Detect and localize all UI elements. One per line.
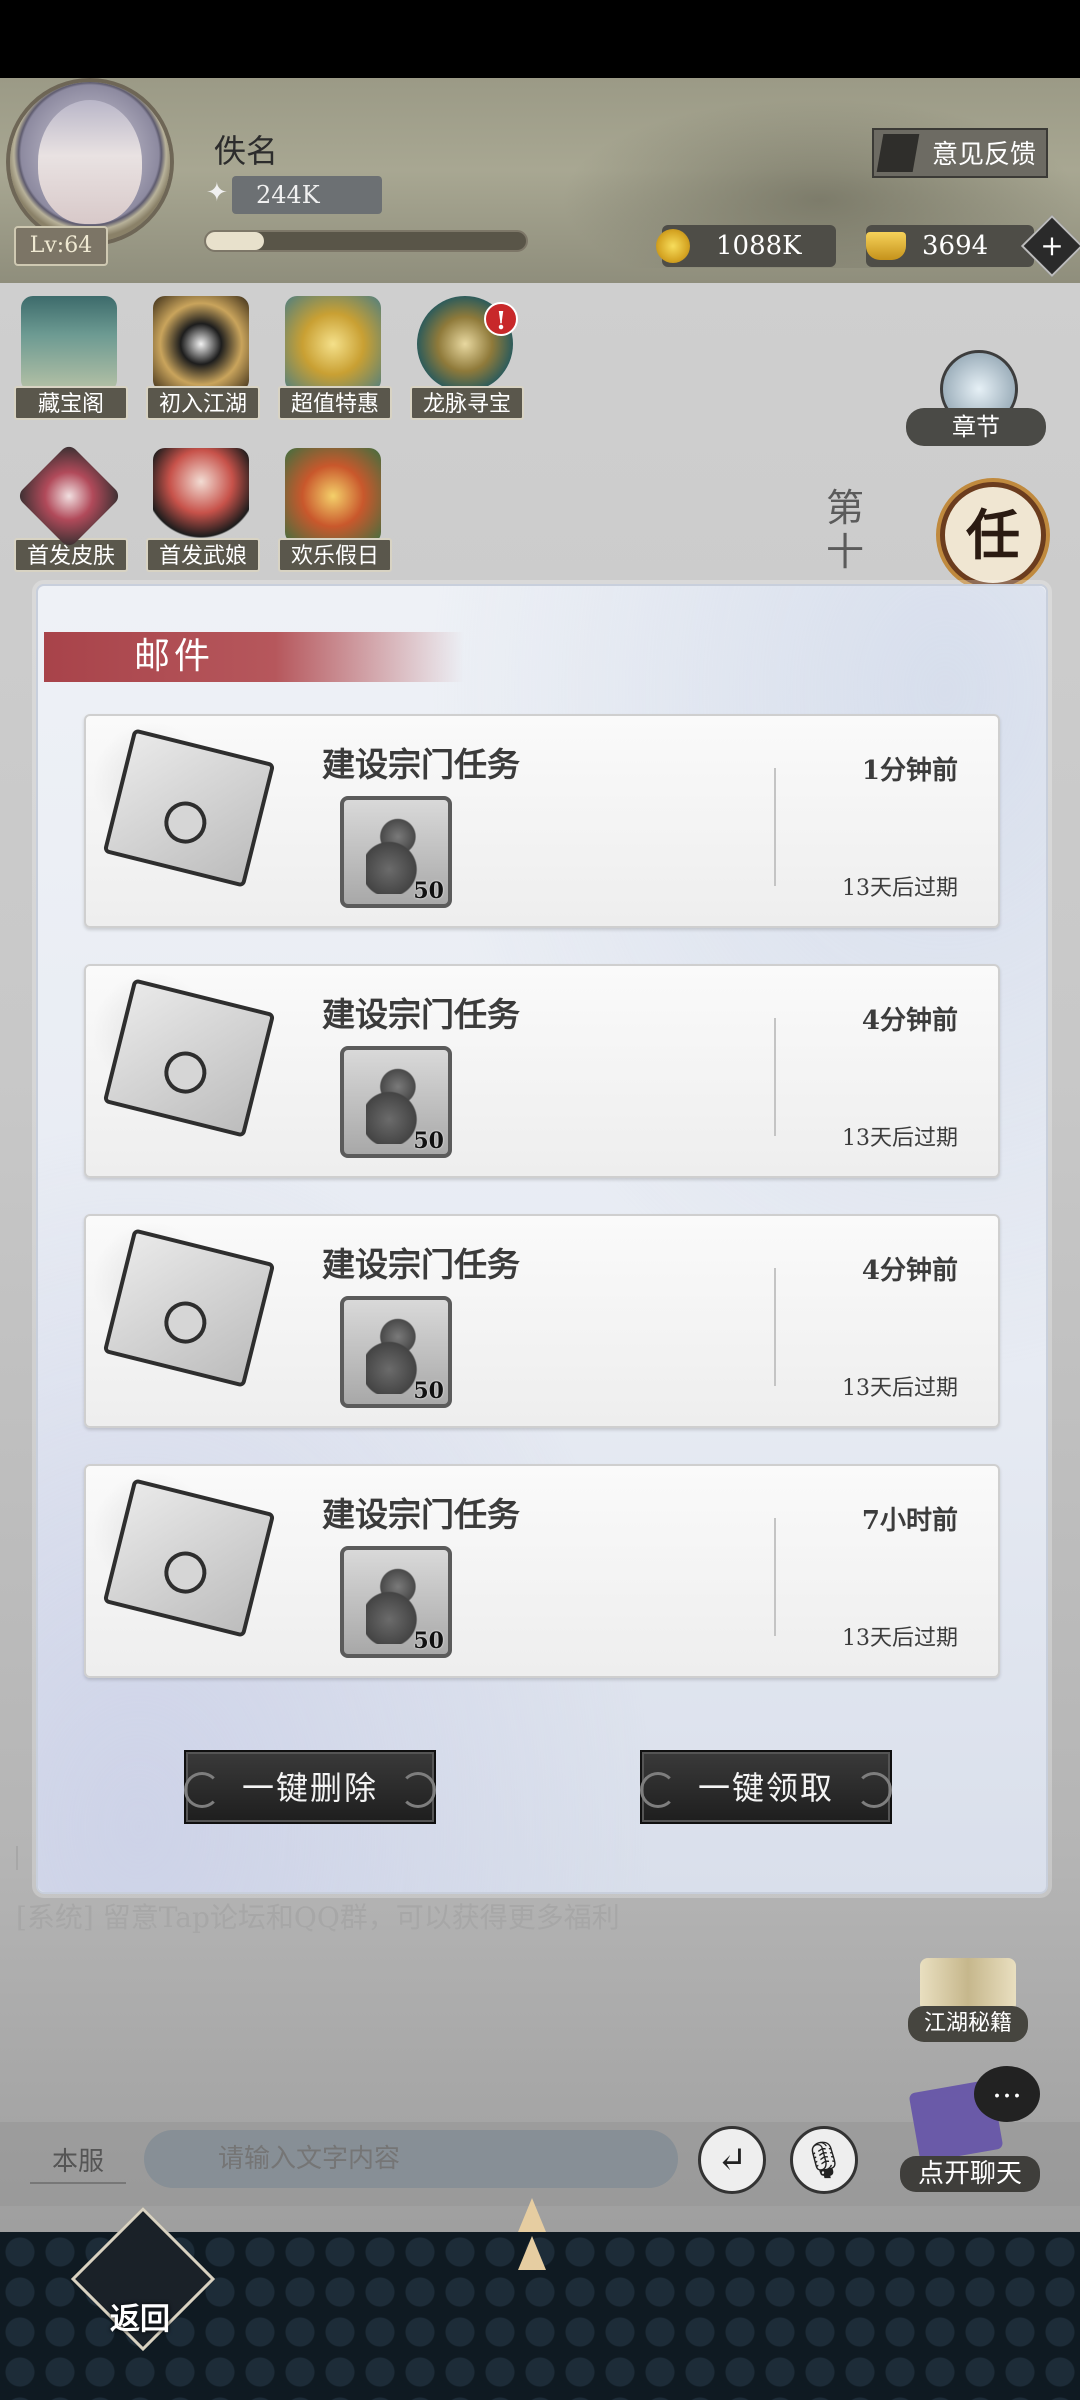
voice-button[interactable]: 🎙 [790,2126,858,2194]
jianghu-secrets-button[interactable]: 江湖秘籍 [908,1958,1028,2042]
reward-slot[interactable]: 50 [340,1296,452,1408]
open-chat-button[interactable]: … 点开聊天 [900,2066,1040,2196]
cloud-ornament-icon [184,1772,220,1808]
heroine-portrait-icon [153,448,249,544]
chat-line-marker [16,1846,28,1870]
avatar-portrait [38,100,142,224]
mail-time: 1分钟前 [861,756,958,786]
ingot-icon [866,232,906,260]
feedback-label: 意见反馈 [931,140,1036,170]
claim-all-label: 一键领取 [697,1769,834,1807]
send-enter-button[interactable]: ↵ [698,2126,766,2194]
mail-time: 7小时前 [861,1506,958,1536]
shortcut-first-skin[interactable]: 首发皮肤 [14,443,128,572]
plus-icon: + [1040,229,1064,262]
delete-all-button[interactable]: 一键删除 [184,1750,436,1824]
mail-time: 4分钟前 [861,1006,958,1036]
cloud-ornament-icon [856,1772,892,1808]
mail-time: 4分钟前 [861,1256,958,1286]
envelope-icon [102,1478,276,1638]
divider [774,768,776,886]
system-message: [系统] 留意Tap论坛和QQ群，可以获得更多福利 [16,1901,620,1934]
claim-all-button[interactable]: 一键领取 [640,1750,892,1824]
divider [774,1268,776,1386]
shortcut-label: 龙脉寻宝 [410,386,524,420]
reward-quantity: 50 [413,1628,444,1654]
enter-icon: ↵ [716,2140,748,2181]
ingot-value: 3694 [922,231,989,261]
task-button[interactable]: 任 [940,482,1046,588]
mail-item[interactable]: 建设宗门任务 50 4分钟前 13天后过期 [84,964,1000,1178]
taiji-icon [153,296,249,392]
chat-input[interactable] [144,2130,678,2188]
mail-expire: 13天后过期 [842,876,958,901]
gold-value: 1088K [716,231,802,261]
treasure-toad-icon [285,296,381,392]
mail-title: 建设宗门任务 [322,1495,520,1534]
mail-item[interactable]: 建设宗门任务 50 1分钟前 13天后过期 [84,714,1000,928]
mail-expire: 13天后过期 [842,1376,958,1401]
reward-quantity: 50 [413,1128,444,1154]
shortcut-label: 欢乐假日 [278,538,392,572]
back-label: 返回 [110,2302,170,2337]
shortcut-first-heroine[interactable]: 首发武娘 [146,448,260,572]
envelope-icon [102,1228,276,1388]
mail-title: 建设宗门任务 [322,1245,520,1284]
alert-badge: ! [484,302,518,336]
mail-item[interactable]: 建设宗门任务 50 7小时前 13天后过期 [84,1464,1000,1678]
mail-item[interactable]: 建设宗门任务 50 4分钟前 13天后过期 [84,1214,1000,1428]
reward-slot[interactable]: 50 [340,1546,452,1658]
mail-title: 建设宗门任务 [322,995,520,1034]
shortcut-label: 初入江湖 [146,386,260,420]
reward-quantity: 50 [413,878,444,904]
reward-slot[interactable]: 50 [340,1046,452,1158]
status-bar [0,0,1080,78]
chapter-button[interactable]: 章节 [906,350,1046,450]
player-name: 佚名 [214,132,279,170]
power-value: 244K [232,176,382,214]
reward-quantity: 50 [413,1378,444,1404]
scroll-icon [920,1958,1016,2012]
shortcut-enter-jianghu[interactable]: 初入江湖 [146,296,260,420]
shortcut-treasure-pavilion[interactable]: 藏宝阁 [14,296,128,420]
feedback-button[interactable]: 意见反馈 [872,128,1048,178]
xp-bar-fill [206,232,264,250]
mail-title: 建设宗门任务 [322,745,520,784]
back-button[interactable]: 返回 [70,2206,216,2378]
divider [774,1018,776,1136]
chapter-label: 章节 [906,408,1046,446]
divider [774,1518,776,1636]
envelope-icon [102,728,276,888]
mail-dialog-title: 邮件 [44,632,464,682]
cloud-ornament-icon [640,1772,676,1808]
fox-ears-decoration [518,2198,578,2270]
shortcut-happy-holiday[interactable]: 欢乐假日 [278,448,392,572]
envelope-icon [102,978,276,1138]
reward-slot[interactable]: 50 [340,796,452,908]
feedback-icon [876,134,920,172]
chapter-vertical-text: 第十 [826,486,865,574]
level-badge: Lv:64 [14,226,108,266]
holiday-lantern-icon [285,448,381,544]
speech-bubble-icon: … [974,2066,1040,2122]
shortcut-label: 超值特惠 [278,386,392,420]
mail-expire: 13天后过期 [842,1626,958,1651]
shortcut-value-deals[interactable]: 超值特惠 [278,296,392,420]
power-icon: ✦ [206,178,228,208]
skin-portrait-icon [16,443,122,549]
open-chat-label: 点开聊天 [900,2156,1040,2192]
pavilion-icon [21,296,117,392]
server-channel-tab[interactable]: 本服 [30,2142,126,2184]
microphone-icon: 🎙 [801,2140,847,2181]
shortcut-label: 首发武娘 [146,538,260,572]
delete-all-label: 一键删除 [241,1769,378,1807]
shortcut-label: 藏宝阁 [14,386,128,420]
mail-expire: 13天后过期 [842,1126,958,1151]
jianghu-secrets-label: 江湖秘籍 [908,2006,1028,2042]
gold-coin-icon [656,229,690,263]
cloud-ornament-icon [400,1772,436,1808]
